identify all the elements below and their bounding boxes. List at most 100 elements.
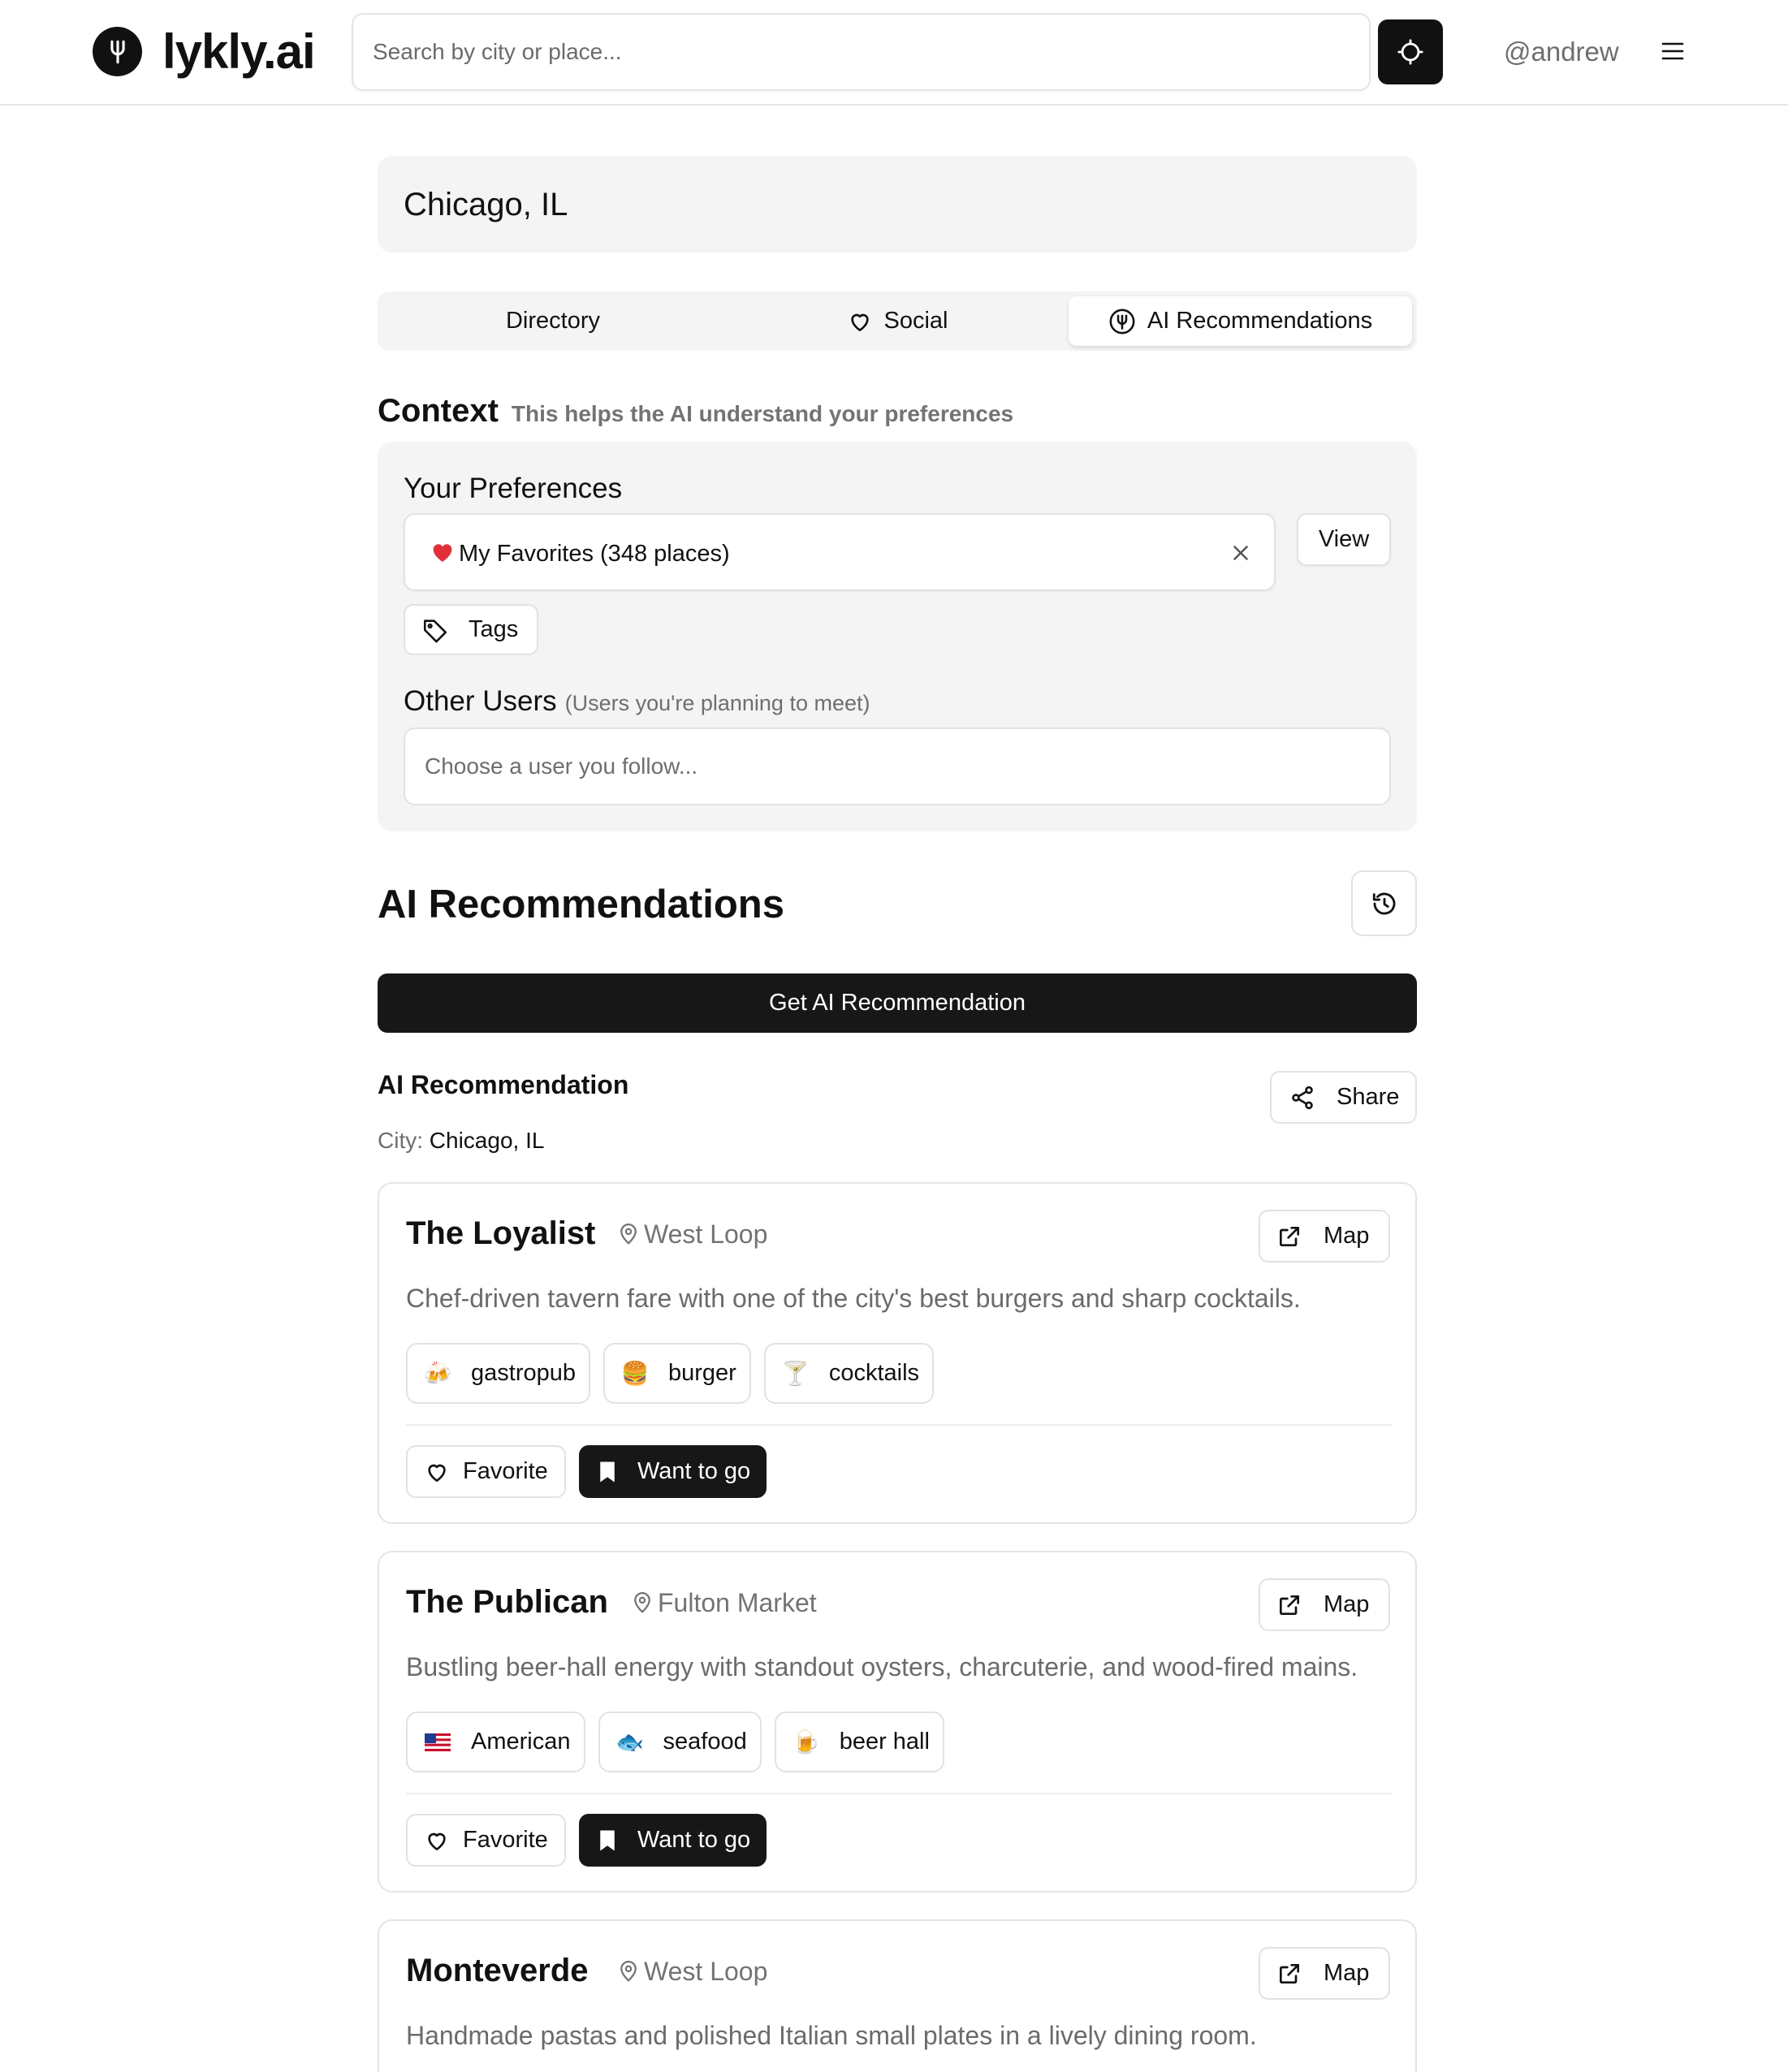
tab-label: Directory [505,308,600,334]
tag-chip[interactable]: American [406,1712,585,1772]
want-to-go-button[interactable]: Want to go [579,1814,767,1867]
favorite-button[interactable]: Favorite [406,1814,566,1867]
heart-icon [428,1832,446,1850]
want-label: Want to go [637,1827,751,1853]
map-pin-icon [634,1592,650,1613]
tag-label: beer hall [839,1729,930,1755]
tags-button[interactable]: Tags [404,604,538,655]
fork-circle-icon [1109,309,1135,334]
context-subtitle: This helps the AI understand your prefer… [511,401,1014,426]
user-select-input[interactable] [405,729,1389,804]
other-users-label: Other Users [404,685,557,717]
locate-button[interactable] [1378,19,1443,84]
map-label: Map [1324,1960,1370,1986]
city-name: Chicago, IL [404,187,568,222]
divider [406,1424,1393,1426]
want-to-go-button[interactable]: Want to go [579,1445,767,1498]
tab-directory[interactable]: Directory [382,296,723,346]
map-button[interactable]: Map [1259,1947,1390,2000]
red-heart-icon [433,544,452,562]
map-label: Map [1324,1223,1370,1249]
crosshair-icon [1397,39,1423,65]
history-icon [1372,892,1395,914]
city-value: Chicago, IL [429,1128,545,1153]
restaurant-description: Bustling beer-hall energy with standout … [406,1652,1358,1681]
map-pin-icon [620,1961,637,1982]
other-users-hint: (Users you're planning to meet) [564,691,870,715]
view-favorites-button[interactable]: View [1297,513,1391,566]
beer-icon: 🍺 [792,1729,821,1755]
divider [406,1793,1393,1794]
clear-icon[interactable] [1229,541,1253,565]
us-flag-icon [422,1727,453,1758]
context-panel: Your Preferences My Favorites (348 place… [378,442,1417,831]
recommendation-title: AI Recommendation [378,1070,629,1099]
bookmark-icon [600,1461,615,1482]
external-link-icon [1280,1963,1299,1984]
hamburger-menu-icon[interactable] [1660,38,1686,64]
external-link-icon [1280,1226,1299,1246]
restaurant-name: The Loyalist [406,1215,596,1251]
tag-chip[interactable]: 🐟 seafood [598,1712,762,1772]
favorites-value: My Favorites (348 places) [459,541,730,567]
get-button-label: Get AI Recommendation [769,990,1026,1016]
history-button[interactable] [1351,870,1417,936]
tab-label: AI Recommendations [1147,308,1373,334]
tab-social[interactable]: Social [727,296,1068,346]
restaurant-name: The Publican [406,1584,608,1620]
neighborhood: Fulton Market [630,1586,817,1619]
favorite-label: Favorite [463,1827,548,1853]
restaurant-description: Handmade pastas and polished Italian sma… [406,2021,1257,2050]
restaurant-description: Chef-driven tavern fare with one of the … [406,1284,1301,1313]
view-button-label: View [1318,526,1370,552]
top-header: lykly.ai @andrew [0,0,1788,106]
bookmark-icon [600,1830,615,1850]
map-button[interactable]: Map [1259,1578,1390,1631]
neighborhood: West Loop [616,1218,767,1250]
restaurant-card: Monteverde West Loop Map Handmade pastas… [378,1919,1417,2072]
restaurant-card: The Loyalist West Loop Map Chef-driven t… [378,1182,1417,1524]
favorite-button[interactable]: Favorite [406,1445,566,1498]
get-ai-recommendation-button[interactable]: Get AI Recommendation [378,973,1417,1033]
search-input[interactable] [353,15,1369,89]
burger-icon: 🍔 [620,1360,650,1387]
other-users-heading: Other Users (Users you're planning to me… [404,685,870,718]
tag-chip[interactable]: 🍻 gastropub [406,1343,590,1404]
tag-label: cocktails [828,1360,920,1386]
tag-label: seafood [663,1729,747,1755]
tag-chip[interactable]: 🍔 burger [603,1343,751,1404]
share-button[interactable]: Share [1270,1071,1417,1124]
favorites-select[interactable]: My Favorites (348 places) [404,513,1276,591]
beer-mugs-icon: 🍻 [423,1360,452,1387]
map-button[interactable]: Map [1259,1210,1390,1263]
fish-icon: 🐟 [615,1729,644,1755]
user-select[interactable] [404,727,1391,805]
map-pin-icon [620,1224,637,1245]
neighborhood: West Loop [616,1955,767,1988]
tab-label: Social [883,308,948,334]
preferences-label: Your Preferences [404,473,623,504]
context-heading: Context This helps the AI understand you… [378,393,1013,430]
logo-text[interactable]: lykly.ai [162,23,316,81]
tab-ai-recommendations[interactable]: AI Recommendations [1069,296,1412,346]
logo-fork-icon[interactable] [93,27,142,76]
tag-list: 🍻 gastropub 🍔 burger 🍸 cocktails [406,1343,935,1404]
restaurant-name: Monteverde [406,1953,589,1988]
recommendation-city: City: Chicago, IL [378,1126,544,1155]
share-icon [1292,1086,1313,1109]
tag-chip[interactable]: 🍸 cocktails [763,1343,935,1404]
ai-recommendations-title: AI Recommendations [378,883,784,926]
tag-list: American 🐟 seafood 🍺 beer hall [406,1712,944,1772]
city-key: City: [378,1128,423,1153]
share-label: Share [1337,1084,1400,1110]
heart-icon [850,313,869,331]
cocktail-icon: 🍸 [781,1360,810,1387]
search-box[interactable] [352,13,1371,91]
tag-chip[interactable]: 🍺 beer hall [774,1712,944,1772]
favorite-label: Favorite [463,1458,548,1484]
tag-label: American [471,1729,571,1755]
heart-icon [428,1464,446,1482]
username-link[interactable]: @andrew [1504,34,1619,70]
external-link-icon [1280,1595,1299,1615]
want-label: Want to go [637,1458,751,1484]
